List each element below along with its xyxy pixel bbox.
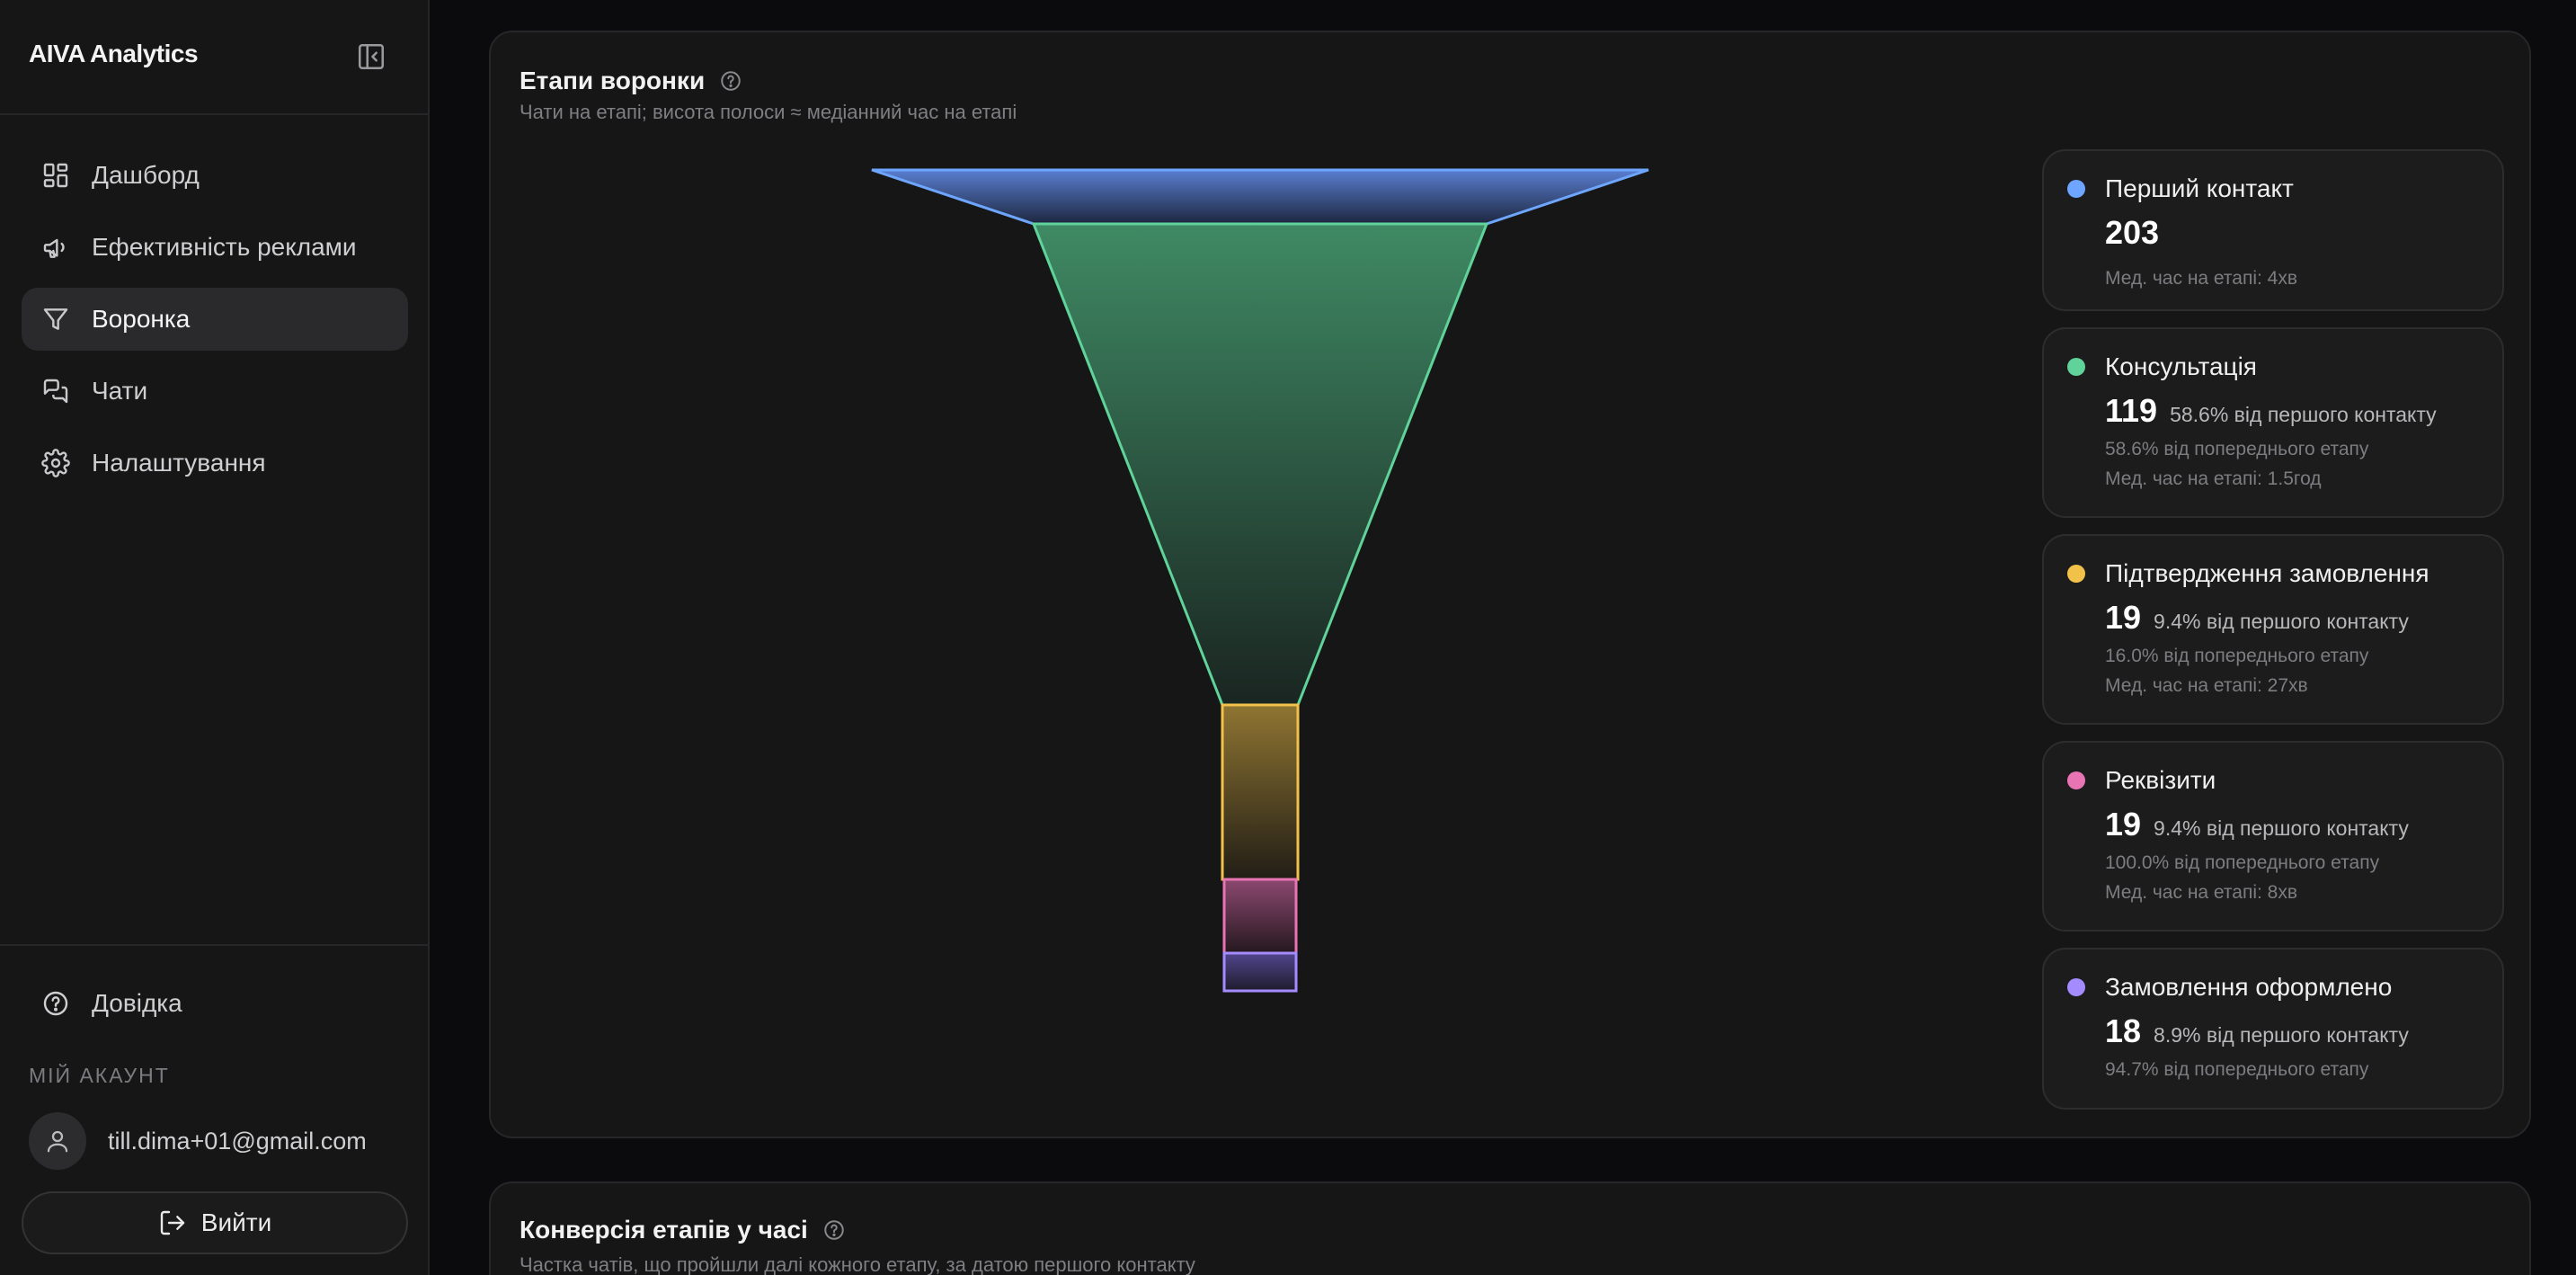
stage-count: 19 9.4% від першого контакту	[2105, 599, 2409, 637]
sidebar-item-chats[interactable]: Чати	[22, 360, 408, 423]
stage-count-value: 18	[2105, 1012, 2142, 1049]
funnel-stage-order-confirmation[interactable]	[1221, 703, 1300, 881]
avatar	[29, 1112, 86, 1170]
stage-card[interactable]: Реквізити 19 9.4% від першого контакту 10…	[2042, 741, 2504, 932]
stage-dot	[2067, 565, 2085, 583]
stage-dot	[2067, 978, 2085, 996]
stage-median-time: Мед. час на етапі: 8хв	[2105, 882, 2298, 903]
sidebar-item-dashboard[interactable]: Дашборд	[22, 144, 408, 207]
stage-count: 119 58.6% від першого контакту	[2105, 392, 2437, 430]
stage-card[interactable]: Підтвердження замовлення 19 9.4% від перш…	[2042, 534, 2504, 725]
funnel-icon	[41, 305, 70, 334]
logout-icon	[160, 1210, 184, 1235]
stage-name: Реквізити	[2105, 766, 2216, 794]
stage-median-time: Мед. час на етапі: 1.5год	[2105, 468, 2322, 489]
sidebar-item-label: Ефективність реклами	[92, 233, 357, 261]
funnel-stage-first-contact[interactable]	[871, 168, 1649, 226]
stage-pct-of-first: 9.4% від першого контакту	[2154, 816, 2409, 840]
stage-pct-of-previous: 94.7% від попереднього етапу	[2105, 1059, 2369, 1080]
gear-icon	[41, 449, 70, 477]
conversion-card: Конверсія етапів у часі Частка чатів, що…	[489, 1181, 2531, 1275]
conversion-title: Конверсія етапів у часі	[520, 1216, 808, 1244]
megaphone-icon	[41, 233, 70, 262]
sidebar-divider	[0, 113, 430, 115]
stage-name: Консультація	[2105, 352, 2257, 380]
stage-count-value: 19	[2105, 806, 2142, 843]
account-info[interactable]: till.dima+01@gmail.com	[29, 1112, 367, 1170]
stage-dot	[2067, 358, 2085, 376]
sidebar-item-label: Дашборд	[92, 161, 200, 189]
stage-pct-of-previous: 58.6% від попереднього етапу	[2105, 439, 2369, 459]
stage-pct-of-first: 8.9% від першого контакту	[2154, 1023, 2409, 1047]
account-section-label: МІЙ АКАУНТ	[29, 1064, 170, 1087]
funnel-stage-requisites[interactable]	[1222, 878, 1298, 955]
stage-name: Перший контакт	[2105, 174, 2294, 202]
chat-icon	[41, 377, 70, 406]
stage-count-value: 19	[2105, 599, 2142, 636]
help-label: Довідка	[92, 989, 182, 1017]
stage-card[interactable]: Замовлення оформлено 18 8.9% від першого …	[2042, 948, 2504, 1110]
stage-count: 19 9.4% від першого контакту	[2105, 806, 2409, 843]
stage-count: 18 8.9% від першого контакту	[2105, 1012, 2409, 1050]
stage-card[interactable]: Консультація 119 58.6% від першого контак…	[2042, 327, 2504, 518]
funnel-chart	[871, 168, 1649, 993]
sidebar-item-ads[interactable]: Ефективність реклами	[22, 216, 408, 279]
stage-count-value: 119	[2105, 392, 2158, 429]
stage-card[interactable]: Перший контакт 203 Мед. час на етапі: 4х…	[2042, 149, 2504, 311]
logout-label: Вийти	[200, 1208, 272, 1236]
stage-median-time: Мед. час на етапі: 4хв	[2105, 268, 2298, 289]
stage-name: Підтвердження замовлення	[2105, 559, 2429, 587]
help-tooltip-icon[interactable]	[822, 1218, 846, 1242]
user-icon	[47, 1130, 68, 1153]
brand-logo[interactable]: AIVA Analytics	[29, 40, 199, 68]
sidebar-item-label: Налаштування	[92, 449, 266, 477]
stage-pct-of-previous: 100.0% від попереднього етапу	[2105, 852, 2380, 873]
stage-count-value: 203	[2105, 214, 2160, 251]
sidebar-collapse-icon[interactable]	[356, 41, 386, 72]
sidebar-nav: Дашборд Ефективність реклами Воронка Чат…	[22, 144, 408, 504]
funnel-stage-consultation[interactable]	[1031, 222, 1489, 707]
stage-pct-of-first: 58.6% від першого контакту	[2170, 403, 2437, 426]
sidebar: AIVA Analytics Дашборд Ефективність рекл…	[0, 0, 430, 1275]
sidebar-item-funnel[interactable]: Воронка	[22, 288, 408, 351]
funnel-card: Етапи воронки Чати на етапі; висота поло…	[489, 31, 2531, 1138]
stage-median-time: Мед. час на етапі: 27хв	[2105, 675, 2308, 696]
stage-dot	[2067, 180, 2085, 198]
sidebar-item-label: Воронка	[92, 305, 191, 333]
stage-count: 203	[2105, 214, 2159, 252]
sidebar-item-settings[interactable]: Налаштування	[22, 432, 408, 495]
logout-button[interactable]: Вийти	[22, 1191, 408, 1254]
stage-dot	[2067, 771, 2085, 789]
help-icon	[41, 989, 70, 1018]
funnel-stage-order-placed[interactable]	[1222, 951, 1298, 993]
sidebar-divider	[0, 944, 430, 946]
help-link[interactable]: Довідка	[41, 989, 182, 1018]
stage-name: Замовлення оформлено	[2105, 973, 2393, 1001]
sidebar-item-label: Чати	[92, 377, 148, 405]
stage-pct-of-previous: 16.0% від попереднього етапу	[2105, 646, 2369, 666]
dashboard-icon	[41, 161, 70, 190]
stage-pct-of-first: 9.4% від першого контакту	[2154, 610, 2409, 633]
card-subtitle: Частка чатів, що пройшли далі кожного ет…	[520, 1253, 1195, 1275]
account-email: till.dima+01@gmail.com	[108, 1127, 367, 1155]
card-title: Конверсія етапів у часі	[520, 1216, 846, 1244]
